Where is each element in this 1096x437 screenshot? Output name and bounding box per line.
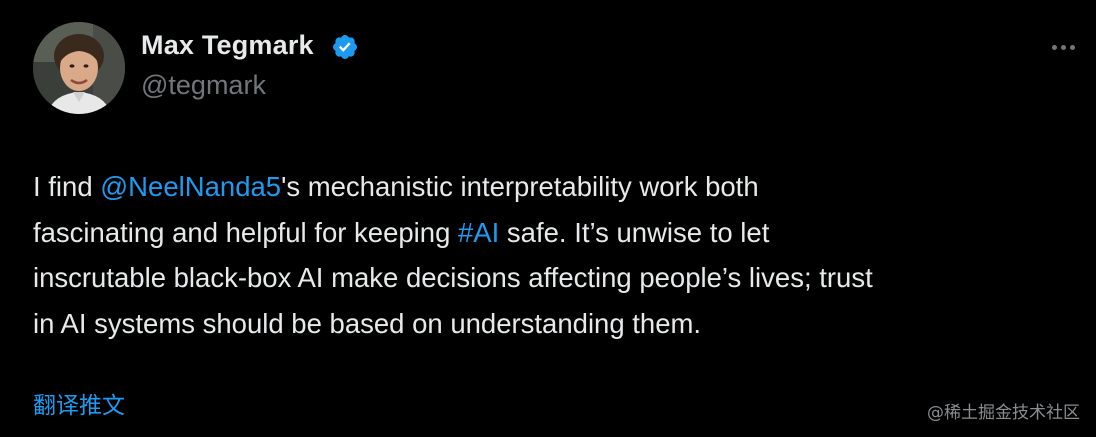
tweet-text-segment: in AI systems should be based on underst…: [33, 307, 702, 339]
tweet-body: I find @NeelNanda5's mechanistic interpr…: [33, 164, 993, 346]
tweet-line: I find @NeelNanda5's mechanistic interpr…: [33, 164, 993, 210]
tweet-line: in AI systems should be based on underst…: [33, 301, 993, 347]
tweet-text-segment: fascinating and helpful for keeping: [33, 216, 459, 248]
tweet-text-segment: inscrutable black-box AI make decisions …: [33, 262, 873, 293]
tweet-line: fascinating and helpful for keeping #AI …: [33, 210, 993, 256]
verified-badge-icon: [333, 35, 357, 59]
tweet-line: inscrutable black-box AI make decisions …: [33, 255, 993, 301]
hashtag-link[interactable]: #AI: [458, 217, 499, 248]
mention-link[interactable]: @NeelNanda5: [100, 171, 281, 202]
watermark: @稀土掘金技术社区: [927, 403, 1080, 423]
tweet-text-segment: I find: [33, 171, 101, 202]
tweet-text-segment: 's mechanistic interpretability work bot…: [281, 171, 759, 202]
more-horizontal-icon[interactable]: [1046, 37, 1080, 57]
tweet-card[interactable]: Max Tegmark @tegmark I find @NeelNanda5'…: [0, 0, 1096, 437]
translate-tweet-button[interactable]: 翻译推文: [33, 386, 125, 420]
tweet-text-segment: safe. It’s unwise to let: [499, 216, 770, 248]
author-handle[interactable]: @tegmark: [141, 70, 266, 101]
author-name[interactable]: Max Tegmark: [141, 30, 314, 61]
author-avatar[interactable]: [33, 22, 125, 114]
